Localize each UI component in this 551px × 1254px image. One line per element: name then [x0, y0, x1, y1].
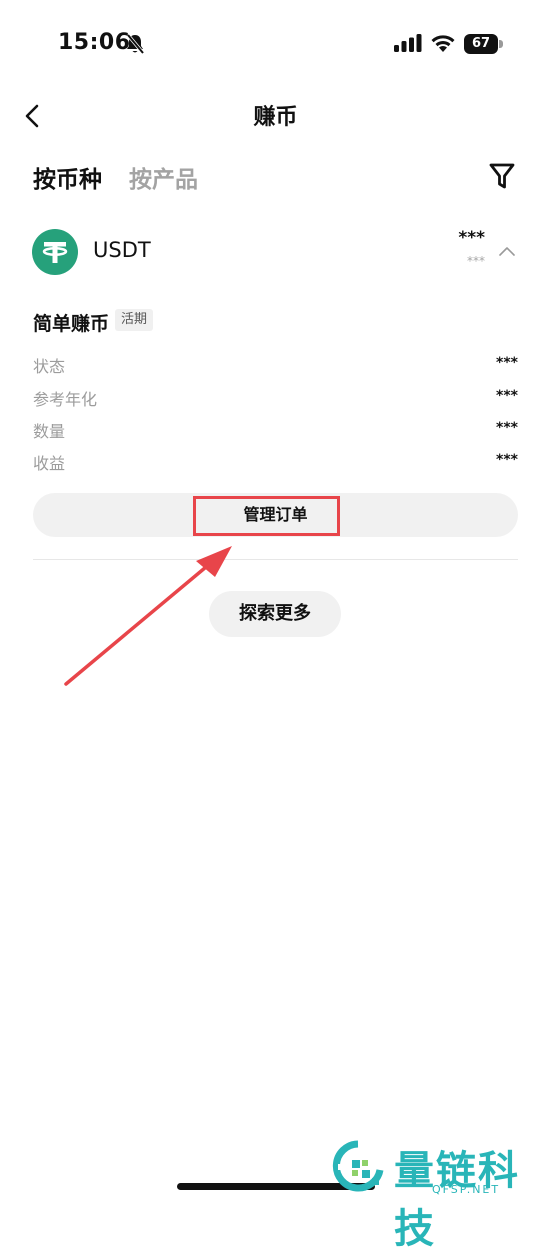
highlight-box — [193, 496, 340, 536]
filter-icon[interactable] — [488, 161, 516, 191]
bell-slash-icon — [126, 33, 145, 55]
coin-sub-amount: *** — [467, 254, 485, 268]
coin-amount: *** — [458, 228, 485, 248]
explore-more-button[interactable]: 探索更多 — [209, 591, 341, 637]
product-title: 简单赚币 — [33, 313, 110, 335]
battery-tip — [499, 40, 503, 48]
row-label-apy: 参考年化 — [33, 390, 98, 409]
row-label-amount: 数量 — [33, 422, 66, 441]
signal-icon — [394, 34, 422, 52]
tether-logo-icon — [32, 229, 78, 275]
battery-percent: 67 — [471, 36, 491, 51]
tab-by-coin[interactable]: 按币种 — [33, 160, 102, 194]
row-value-earnings: *** — [496, 452, 518, 468]
row-label-earnings: 收益 — [33, 454, 66, 473]
page-title: 赚币 — [253, 105, 298, 130]
row-value-status: *** — [496, 355, 518, 371]
divider — [33, 559, 518, 560]
row-value-apy: *** — [496, 388, 518, 404]
row-value-amount: *** — [496, 420, 518, 436]
status-time: 15:06 — [58, 30, 131, 55]
watermark-logo — [332, 1140, 384, 1192]
tab-by-product[interactable]: 按产品 — [129, 160, 198, 194]
tether-logo-glyph — [42, 242, 68, 263]
watermark-domain: QFSP.NET — [432, 1183, 501, 1196]
coin-name: USDT — [93, 238, 151, 262]
chevron-up-icon[interactable] — [498, 245, 516, 257]
product-tag: 活期 — [115, 309, 154, 331]
wifi-icon — [431, 35, 455, 52]
watermark-text: 量链科技 — [394, 1148, 520, 1252]
row-label-status: 状态 — [33, 357, 66, 376]
battery-icon: 67 — [464, 34, 504, 54]
